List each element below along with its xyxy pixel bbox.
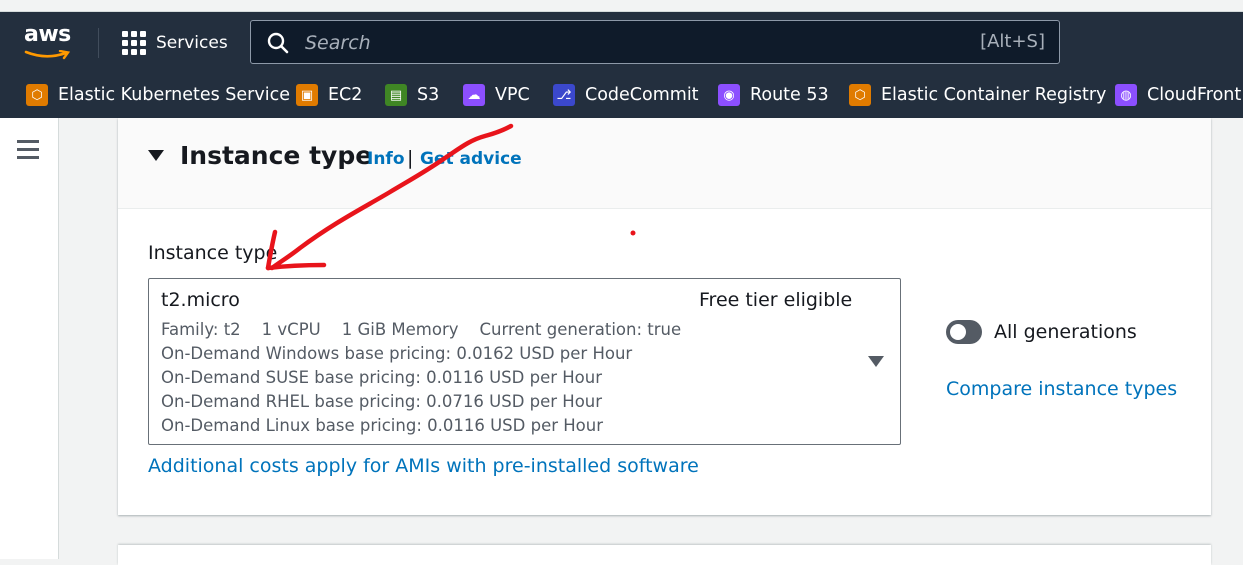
panel-header: Instance type Info | Get advice — [118, 118, 1211, 209]
additional-costs-link[interactable]: Additional costs apply for AMIs with pre… — [148, 455, 699, 477]
codecommit-icon: ⎇ — [553, 84, 575, 106]
top-navigation-bar: aws Services [Alt+S] — [0, 12, 1243, 72]
instance-vcpu: 1 vCPU — [261, 320, 321, 339]
collapse-caret-icon[interactable] — [148, 150, 164, 161]
nav-divider — [98, 28, 99, 58]
pricing-linux: On-Demand Linux base pricing: 0.0116 USD… — [161, 416, 604, 435]
aws-logo-text: aws — [24, 22, 71, 47]
favorite-cloudfront[interactable]: ◍ CloudFront — [1115, 83, 1241, 107]
favorite-eks[interactable]: ⬡ Elastic Kubernetes Service — [26, 83, 290, 107]
aws-smile-icon — [24, 50, 71, 60]
panel-title: Instance type — [180, 141, 373, 170]
ecr-icon: ⬡ — [849, 84, 871, 106]
side-navigation — [0, 118, 59, 559]
services-label: Services — [156, 33, 228, 53]
services-grid-icon — [122, 31, 146, 55]
aws-logo[interactable]: aws — [24, 22, 74, 60]
info-link[interactable]: Info — [367, 149, 405, 169]
s3-icon: ▤ — [385, 84, 407, 106]
menu-icon[interactable] — [17, 140, 39, 159]
toggle-switch[interactable] — [946, 320, 982, 344]
dropdown-caret-icon — [868, 356, 884, 367]
instance-memory: 1 GiB Memory — [341, 320, 459, 339]
search-box[interactable]: [Alt+S] — [250, 20, 1060, 64]
get-advice-link[interactable]: Get advice — [420, 149, 522, 169]
favorite-ec2[interactable]: ▣ EC2 — [296, 83, 362, 107]
toggle-knob — [950, 324, 966, 340]
route53-icon: ◉ — [718, 84, 740, 106]
selected-instance-name: t2.micro — [161, 289, 240, 311]
favorite-label: CloudFront — [1147, 85, 1242, 105]
favorite-s3[interactable]: ▤ S3 — [385, 83, 439, 107]
instance-type-panel: Instance type Info | Get advice Instance… — [118, 118, 1211, 515]
pricing-rhel: On-Demand RHEL base pricing: 0.0716 USD … — [161, 392, 603, 411]
all-generations-toggle[interactable]: All generations — [946, 320, 1137, 344]
search-shortcut-hint: [Alt+S] — [980, 31, 1045, 52]
favorite-label: EC2 — [328, 85, 363, 105]
ec2-icon: ▣ — [296, 84, 318, 106]
favorite-label: Route 53 — [750, 85, 829, 105]
favorite-label: Elastic Kubernetes Service — [58, 85, 290, 105]
next-panel — [118, 545, 1211, 565]
services-menu-button[interactable]: Services — [122, 30, 228, 56]
search-icon — [267, 32, 289, 54]
cloudfront-icon: ◍ — [1115, 84, 1137, 106]
search-input[interactable] — [303, 29, 967, 57]
link-separator: | — [407, 147, 414, 169]
favorites-bar: ⬡ Elastic Kubernetes Service ▣ EC2 ▤ S3 … — [0, 72, 1243, 118]
instance-specs: Family: t2 1 vCPU 1 GiB Memory Current gene… — [161, 320, 702, 339]
favorite-codecommit[interactable]: ⎇ CodeCommit — [553, 83, 699, 107]
free-tier-badge: Free tier eligible — [699, 289, 853, 311]
compare-instance-types-link[interactable]: Compare instance types — [946, 378, 1177, 400]
favorite-label: CodeCommit — [585, 85, 699, 105]
eks-icon: ⬡ — [26, 84, 48, 106]
instance-type-label: Instance type — [148, 242, 278, 264]
pricing-windows: On-Demand Windows base pricing: 0.0162 U… — [161, 344, 633, 363]
vpc-icon: ☁ — [463, 84, 485, 106]
instance-generation: Current generation: true — [479, 320, 682, 339]
pricing-suse: On-Demand SUSE base pricing: 0.0116 USD … — [161, 368, 602, 387]
browser-top-strip — [0, 0, 1243, 12]
favorite-label: Elastic Container Registry — [881, 85, 1107, 105]
favorite-label: S3 — [417, 85, 440, 105]
favorite-ecr[interactable]: ⬡ Elastic Container Registry — [849, 83, 1106, 107]
instance-family: Family: t2 — [161, 320, 241, 339]
instance-type-select[interactable]: t2.micro Free tier eligible Family: t2 1 … — [148, 278, 901, 445]
favorite-route53[interactable]: ◉ Route 53 — [718, 83, 829, 107]
all-generations-label: All generations — [994, 321, 1137, 343]
favorite-label: VPC — [495, 85, 530, 105]
favorite-vpc[interactable]: ☁ VPC — [463, 83, 530, 107]
